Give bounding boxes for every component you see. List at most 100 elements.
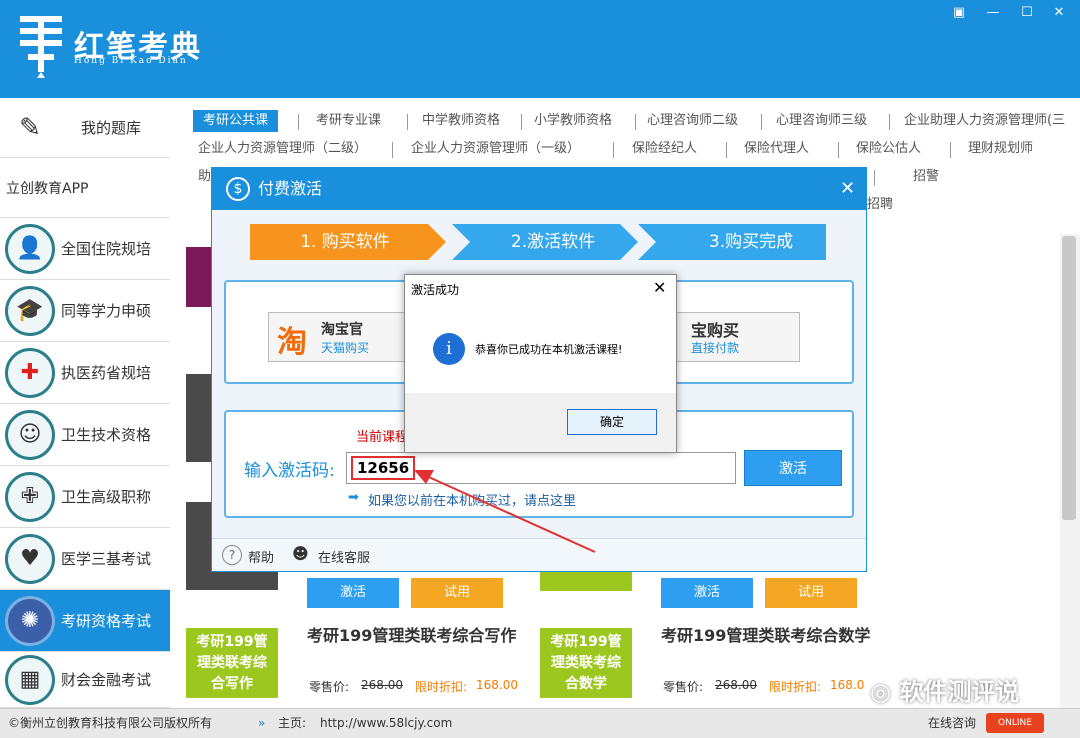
alipay-sub: 直接付款 — [691, 341, 740, 355]
sidebar-item-my-bank[interactable]: ✎ 我的题库 — [0, 98, 170, 158]
scrollbar[interactable] — [1062, 236, 1076, 520]
ok-button[interactable]: 确定 — [567, 409, 657, 435]
retail-price: 268.00 — [361, 678, 403, 692]
activate-button[interactable]: 激活 — [307, 578, 399, 608]
home-label: 主页: — [278, 716, 307, 730]
tab-partial[interactable]: 助 — [198, 166, 211, 188]
restore-icon[interactable]: ▣ — [948, 4, 970, 22]
close-icon[interactable]: ✕ — [653, 278, 666, 297]
activate-code-button[interactable]: 激活 — [744, 450, 842, 486]
tab-psych-2[interactable]: 心理咨询师二级 — [647, 110, 738, 132]
sale-price: 168.0 — [830, 678, 865, 692]
pay-dialog-title: 付费激活 — [258, 179, 323, 198]
medical-kit-icon: ✙ — [5, 471, 55, 522]
success-dialog-footer: 确定 — [405, 393, 676, 452]
course-badge: 考研199管 理类联考综 合数学 — [540, 628, 632, 698]
consult-label[interactable]: 在线咨询 — [928, 709, 976, 737]
code-label: 输入激活码: — [244, 461, 335, 481]
network-icon: ✺ — [5, 595, 55, 646]
tab-kaoyan-major[interactable]: 考研专业课 — [316, 110, 381, 132]
tab-primary-teacher[interactable]: 小学教师资格 — [534, 110, 612, 132]
home-link[interactable]: http://www.58lcjy.com — [320, 709, 452, 737]
taobao-sub: 天猫购买 — [321, 341, 370, 355]
app-name-en: Hong Bi Kao Dian — [74, 56, 188, 66]
step-3: 3.购买完成 — [708, 232, 794, 252]
sidebar-item-finance[interactable]: ▦ 财会金融考试 — [0, 652, 170, 708]
arrow-right-icon: ➡ — [348, 490, 359, 505]
sidebar-item-kaoyan[interactable]: ✺ 考研资格考试 — [0, 590, 170, 652]
sidebar-item-label: 考研资格考试 — [61, 612, 152, 630]
doctor-icon: 👤 — [5, 223, 55, 274]
product-title: 考研199管理类联考综合数学 — [661, 626, 871, 645]
tab-hr-1[interactable]: 企业人力资源管理师（一级） — [411, 138, 580, 160]
service-link[interactable]: 在线客服 — [318, 547, 370, 566]
success-dialog-body: i 恭喜你已成功在本机激活课程! — [405, 305, 676, 393]
tab-hr-2[interactable]: 企业人力资源管理师（二级） — [198, 138, 367, 160]
sidebar-item-residency[interactable]: 👤 全国住院规培 — [0, 218, 170, 280]
status-bar: ©衡州立创教育科技有限公司版权所有 » 主页: http://www.58lcj… — [0, 708, 1080, 738]
trial-button[interactable]: 试用 — [765, 578, 857, 608]
course-badge — [540, 571, 632, 591]
sidebar-item-master[interactable]: 🎓 同等学力申硕 — [0, 280, 170, 342]
copyright: ©衡州立创教育科技有限公司版权所有 — [8, 716, 213, 730]
trial-button[interactable]: 试用 — [411, 578, 503, 608]
watermark-text: 软件测评说 — [899, 678, 1020, 706]
sidebar-item-label: 我的题库 — [81, 119, 142, 137]
sidebar-item-tech[interactable]: ☺ 卫生技术资格 — [0, 404, 170, 466]
medical-bag-icon: ♥ — [5, 533, 55, 584]
calculator-icon: ▦ — [5, 654, 55, 705]
help-icon[interactable]: ? — [222, 545, 242, 565]
step-1: 1. 购买软件 — [300, 232, 390, 252]
success-dialog: 激活成功 ✕ i 恭喜你已成功在本机激活课程! 确定 — [404, 274, 677, 453]
wechat-icon: ◎ — [870, 678, 891, 706]
close-window-button[interactable]: ✕ — [1048, 4, 1070, 22]
tab-hr-assistant[interactable]: 企业助理人力资源管理师(三 — [904, 110, 1080, 132]
sidebar-item-label: 卫生高级职称 — [61, 488, 152, 506]
sidebar-item-label: 立创教育APP — [6, 180, 89, 197]
minimize-button[interactable]: — — [982, 4, 1004, 22]
sale-label: 限时折扣: — [769, 680, 822, 694]
success-message: 恭喜你已成功在本机激活课程! — [475, 343, 623, 356]
tab-kaoyan-public[interactable]: 考研公共课 — [193, 110, 279, 132]
pen-book-icon: ✎ — [19, 112, 41, 143]
alipay-title: 宝购买 — [691, 321, 740, 340]
activate-button[interactable]: 激活 — [661, 578, 753, 608]
nurse-icon: ☺ — [5, 409, 55, 460]
taobao-title: 淘宝官 — [321, 322, 363, 338]
help-link[interactable]: 帮助 — [248, 547, 274, 566]
sidebar-item-label: 医学三基考试 — [61, 550, 152, 568]
close-icon[interactable]: ✕ — [840, 168, 855, 210]
annotation-arrow — [414, 470, 596, 553]
product-title: 考研199管理类联考综合写作 — [307, 626, 517, 645]
sidebar-item-physician[interactable]: ✚ 执医药省规培 — [0, 342, 170, 404]
retail-price: 268.00 — [715, 678, 757, 692]
retail-label: 零售价: — [663, 680, 704, 694]
sidebar-item-senior[interactable]: ✙ 卫生高级职称 — [0, 466, 170, 528]
sidebar-item-sanji[interactable]: ♥ 医学三基考试 — [0, 528, 170, 590]
tab-insurance-broker[interactable]: 保险经纪人 — [632, 138, 697, 160]
sale-label: 限时折扣: — [415, 680, 468, 694]
logo-mark-icon — [20, 16, 62, 78]
maximize-button[interactable]: ☐ — [1016, 4, 1038, 22]
tab-psych-3[interactable]: 心理咨询师三级 — [776, 110, 867, 132]
success-dialog-title: 激活成功 — [411, 283, 460, 297]
red-cross-icon: ✚ — [5, 347, 55, 398]
tab-financial-planner[interactable]: 理财规划师 — [968, 138, 1033, 160]
tab-insurance-agent[interactable]: 保险代理人 — [744, 138, 809, 160]
tab-middle-teacher[interactable]: 中学教师资格 — [422, 110, 500, 132]
sidebar-item-label: 卫生技术资格 — [61, 426, 152, 444]
sidebar: ✎ 我的题库 立创教育APP 👤 全国住院规培 🎓 同等学力申硕 ✚ 执医药省规… — [0, 98, 170, 708]
alipay-button[interactable]: 宝购买 直接付款 — [666, 312, 800, 362]
online-badge[interactable]: ONLINE — [986, 713, 1044, 733]
sidebar-item-label: 同等学力申硕 — [61, 302, 152, 320]
tab-police[interactable]: 招警 — [913, 166, 939, 188]
course-badge: 考研199管 理类联考综 合写作 — [186, 628, 278, 698]
title-bar: 红笔考典 Hong Bi Kao Dian ▣ — ☐ ✕ — [0, 0, 1080, 98]
sidebar-item-label: 全国住院规培 — [61, 240, 152, 258]
tab-recruit[interactable]: 招聘 — [867, 194, 893, 216]
tab-insurance-assessor[interactable]: 保险公估人 — [856, 138, 921, 160]
pay-dialog-titlebar: $ 付费激活 ✕ — [212, 168, 866, 210]
taobao-icon: 淘 — [277, 325, 307, 360]
sale-price: 168.00 — [476, 678, 518, 692]
sidebar-item-app[interactable]: 立创教育APP — [0, 158, 170, 218]
